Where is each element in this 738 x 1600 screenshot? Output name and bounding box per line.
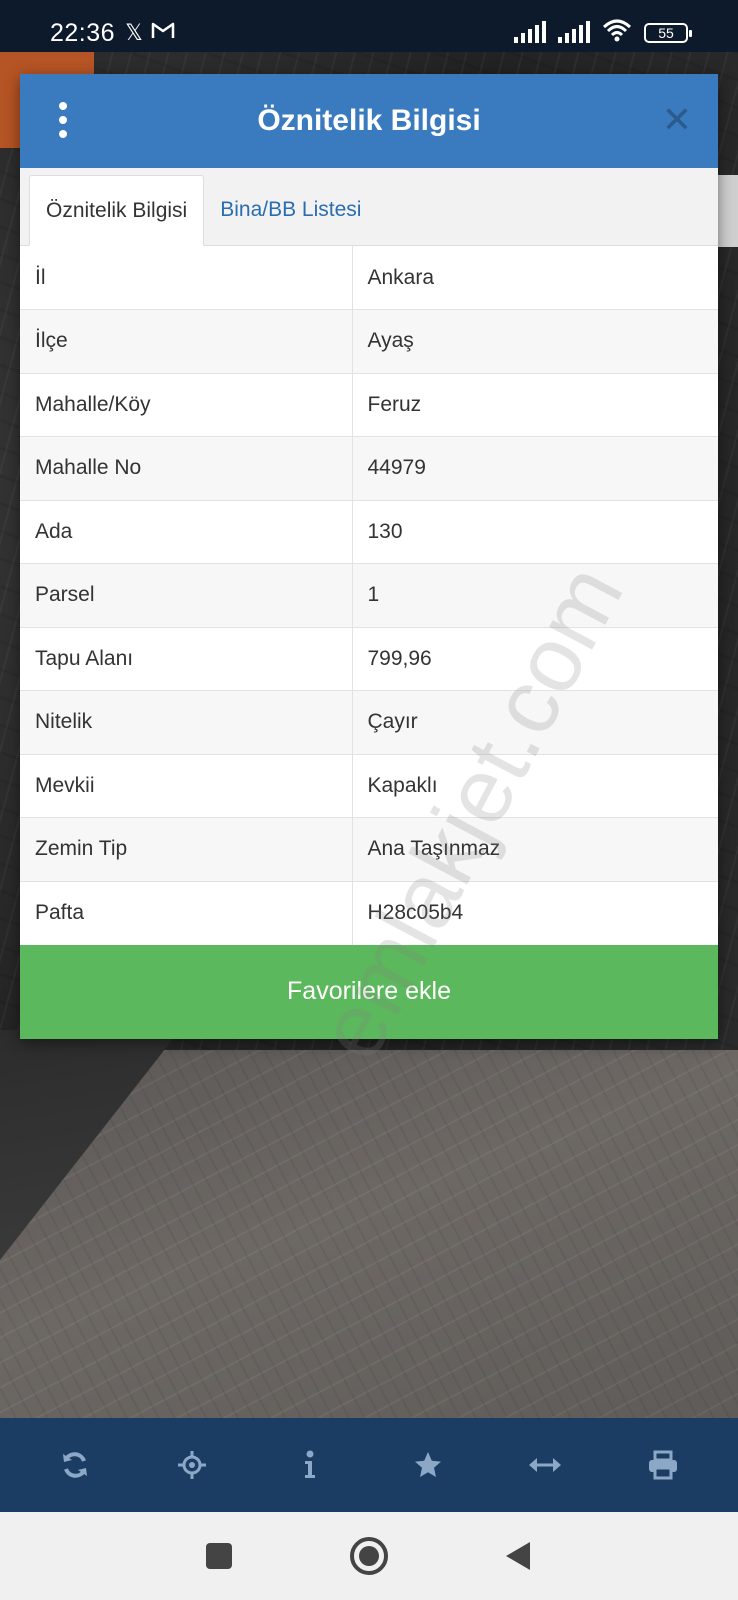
back-triangle-icon bbox=[506, 1542, 530, 1570]
row-key: İl bbox=[20, 246, 353, 310]
status-time: 22:36 bbox=[50, 18, 116, 47]
row-value: Feruz bbox=[352, 372, 718, 437]
table-row: İl Ankara bbox=[20, 246, 718, 310]
crosshair-icon bbox=[178, 1451, 207, 1479]
table-row: İlçe Ayaş bbox=[20, 309, 718, 373]
attribute-modal: Öznitelik Bilgisi ✕ Öznitelik Bilgisi Bi… bbox=[20, 74, 718, 1039]
wifi-icon bbox=[602, 19, 632, 48]
close-icon[interactable]: ✕ bbox=[658, 100, 696, 140]
battery-icon: 55 bbox=[644, 23, 692, 43]
table-row: Tapu Alanı 799,96 bbox=[20, 626, 718, 691]
modal-tabs: Öznitelik Bilgisi Bina/BB Listesi bbox=[20, 168, 718, 246]
row-value: Kapaklı bbox=[352, 753, 718, 818]
table-row: Zemin Tip Ana Taşınmaz bbox=[20, 817, 718, 881]
bottom-toolbar bbox=[0, 1418, 738, 1512]
info-icon bbox=[305, 1450, 316, 1478]
locate-button[interactable] bbox=[162, 1435, 222, 1495]
row-value: Ankara bbox=[367, 265, 435, 289]
row-value: 1 bbox=[352, 563, 718, 627]
system-navigation-bar bbox=[0, 1512, 738, 1600]
attribute-table: İl Ankara İlçe Ayaş Mahalle/Köy Feruz Mahal… bbox=[20, 246, 718, 945]
row-value: 130 bbox=[352, 499, 718, 564]
row-key: Mevkii bbox=[20, 753, 353, 818]
x-icon: 𝕏 bbox=[125, 20, 143, 45]
row-key: Ada bbox=[20, 499, 353, 564]
table-row: Nitelik Çayır bbox=[20, 690, 718, 754]
home-button[interactable] bbox=[349, 1536, 389, 1576]
modal-header: Öznitelik Bilgisi ✕ bbox=[20, 74, 718, 168]
tab-attribute-info[interactable]: Öznitelik Bilgisi bbox=[29, 175, 205, 246]
table-row: Mahalle/Köy Feruz bbox=[20, 372, 718, 437]
row-key: Mahalle No bbox=[20, 436, 353, 500]
row-value: Çayır bbox=[352, 690, 718, 754]
measure-icon bbox=[529, 1458, 562, 1472]
recent-apps-button[interactable] bbox=[199, 1536, 239, 1576]
refresh-icon bbox=[62, 1452, 87, 1478]
tab-building-list[interactable]: Bina/BB Listesi bbox=[204, 174, 377, 245]
row-value: 799,96 bbox=[352, 626, 718, 691]
modal-title: Öznitelik Bilgisi bbox=[257, 104, 481, 137]
measure-button[interactable] bbox=[515, 1435, 575, 1495]
row-key: Parsel bbox=[20, 563, 353, 627]
back-button[interactable] bbox=[499, 1536, 539, 1576]
add-favorite-button[interactable]: Favorilere ekle bbox=[20, 944, 718, 1039]
table-row: Parsel 1 bbox=[20, 563, 718, 627]
row-key: Tapu Alanı bbox=[20, 626, 353, 691]
row-value: H28c05b4 bbox=[352, 880, 718, 945]
print-button[interactable] bbox=[633, 1435, 693, 1495]
gmail-icon bbox=[151, 20, 175, 46]
row-value: 44979 bbox=[352, 436, 718, 500]
print-icon bbox=[649, 1450, 678, 1480]
square-icon bbox=[206, 1543, 232, 1569]
map-side-strip bbox=[718, 175, 738, 247]
favorites-button[interactable] bbox=[398, 1435, 458, 1495]
row-key: Nitelik bbox=[20, 690, 353, 754]
table-row: Ada 130 bbox=[20, 499, 718, 564]
signal-icon-2 bbox=[558, 21, 590, 43]
table-row: Mahalle No 44979 bbox=[20, 436, 718, 500]
refresh-button[interactable] bbox=[45, 1435, 105, 1495]
row-key: Pafta bbox=[20, 880, 353, 945]
row-value: Ayaş bbox=[352, 309, 718, 373]
row-key: İlçe bbox=[20, 309, 353, 373]
table-row: Pafta H28c05b4 bbox=[20, 880, 718, 945]
table-row: Mevkii Kapaklı bbox=[20, 753, 718, 818]
row-key: Mahalle/Köy bbox=[20, 372, 353, 437]
more-options-icon[interactable] bbox=[56, 102, 70, 138]
row-key: Zemin Tip bbox=[20, 817, 353, 881]
row-value: Ana Taşınmaz bbox=[352, 817, 718, 881]
circle-icon bbox=[350, 1537, 388, 1575]
star-icon bbox=[414, 1452, 441, 1477]
info-button[interactable] bbox=[280, 1435, 340, 1495]
signal-icon bbox=[514, 21, 546, 43]
